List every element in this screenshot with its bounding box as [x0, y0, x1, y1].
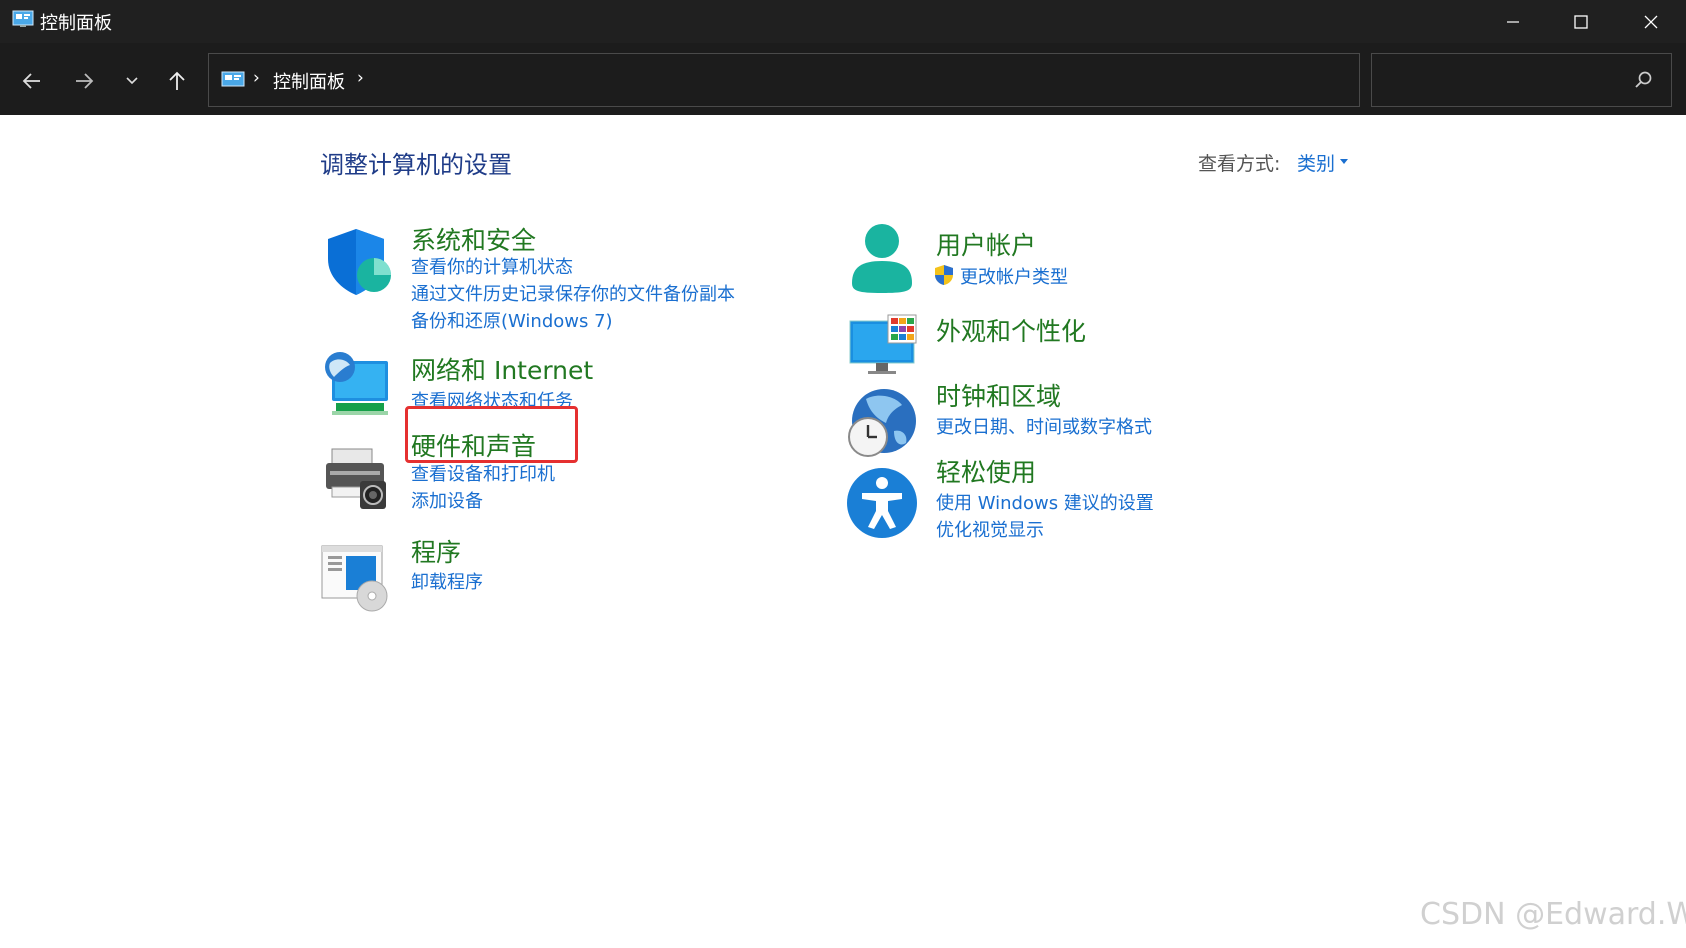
arrow-up-icon [169, 71, 185, 90]
link-optimize-visual-display[interactable]: 优化视觉显示 [936, 516, 1044, 542]
up-button[interactable] [157, 61, 197, 101]
link-add-device[interactable]: 添加设备 [411, 487, 483, 513]
link-view-computer-status[interactable]: 查看你的计算机状态 [411, 253, 573, 279]
close-button[interactable] [1616, 0, 1686, 43]
view-by-label: 查看方式: [1198, 153, 1281, 175]
maximize-button[interactable] [1546, 0, 1616, 43]
category-title-ease-of-access[interactable]: 轻松使用 [936, 453, 1036, 489]
category-title-system-security[interactable]: 系统和安全 [411, 221, 536, 257]
maximize-icon [1574, 14, 1588, 29]
category-title-programs[interactable]: 程序 [411, 533, 461, 569]
address-bar[interactable]: › 控制面板 › [208, 53, 1532, 107]
category-title-network-internet[interactable]: 网络和 Internet [411, 351, 593, 387]
user-icon[interactable] [846, 223, 918, 295]
search-icon[interactable] [1634, 70, 1654, 90]
monitor-icon[interactable] [846, 311, 918, 383]
category-title-clock-region[interactable]: 时钟和区域 [936, 377, 1061, 413]
link-devices-printers[interactable]: 查看设备和打印机 [411, 460, 555, 486]
search-input[interactable] [1380, 64, 1620, 96]
title-bar: 控制面板 [0, 0, 1686, 43]
breadcrumb-item[interactable]: 控制面板 [273, 68, 345, 94]
search-box[interactable] [1371, 53, 1672, 107]
highlight-annotation [405, 406, 578, 463]
category-title-appearance[interactable]: 外观和个性化 [936, 312, 1086, 348]
uac-shield-icon [935, 265, 953, 285]
category-title-user-accounts[interactable]: 用户帐户 [936, 226, 1036, 262]
content-area: 调整计算机的设置 查看方式: 类别 系统和安全 查看你的计算机状态 通过文件历史… [0, 115, 1686, 948]
network-icon[interactable] [320, 351, 392, 423]
chevron-down-icon [126, 77, 138, 85]
shield-icon[interactable] [320, 225, 392, 297]
back-button[interactable] [12, 61, 52, 101]
breadcrumb-separator[interactable]: › [253, 68, 260, 88]
close-icon [1644, 15, 1658, 28]
watermark: CSDN @Edward.W [1420, 897, 1686, 932]
forward-button[interactable] [64, 61, 104, 101]
link-file-history-backup[interactable]: 通过文件历史记录保存你的文件备份副本 [411, 280, 735, 306]
link-change-date-time-format[interactable]: 更改日期、时间或数字格式 [936, 413, 1152, 439]
globe-clock-icon[interactable] [846, 387, 918, 459]
window-title: 控制面板 [40, 13, 112, 34]
link-network-status[interactable]: 查看网络状态和任务 [411, 387, 573, 407]
arrow-right-icon [76, 73, 94, 89]
view-by-dropdown[interactable]: 类别 [1297, 149, 1335, 176]
printer-icon[interactable] [320, 443, 392, 515]
page-title: 调整计算机的设置 [320, 151, 512, 179]
link-windows-suggested-settings[interactable]: 使用 Windows 建议的设置 [936, 489, 1154, 515]
caret-down-icon[interactable] [1340, 159, 1348, 164]
programs-icon[interactable] [320, 540, 392, 612]
control-panel-icon [12, 10, 34, 27]
control-panel-icon [221, 71, 245, 87]
link-uninstall-program[interactable]: 卸载程序 [411, 568, 483, 594]
recent-locations-button[interactable] [112, 61, 152, 101]
arrow-left-icon [22, 73, 40, 89]
minimize-button[interactable] [1478, 0, 1548, 43]
control-panel-window: 控制面板 › 控制面板 › 调整计算机的设置 查看方式: 类别 系统和安全 查看… [0, 0, 1686, 948]
accessibility-icon[interactable] [846, 467, 918, 539]
link-backup-restore[interactable]: 备份和还原(Windows 7) [411, 307, 613, 333]
minimize-icon [1507, 20, 1519, 23]
link-change-account-type[interactable]: 更改帐户类型 [960, 263, 1068, 289]
navigation-bar: › 控制面板 › [0, 43, 1686, 115]
breadcrumb-separator[interactable]: › [357, 68, 364, 88]
